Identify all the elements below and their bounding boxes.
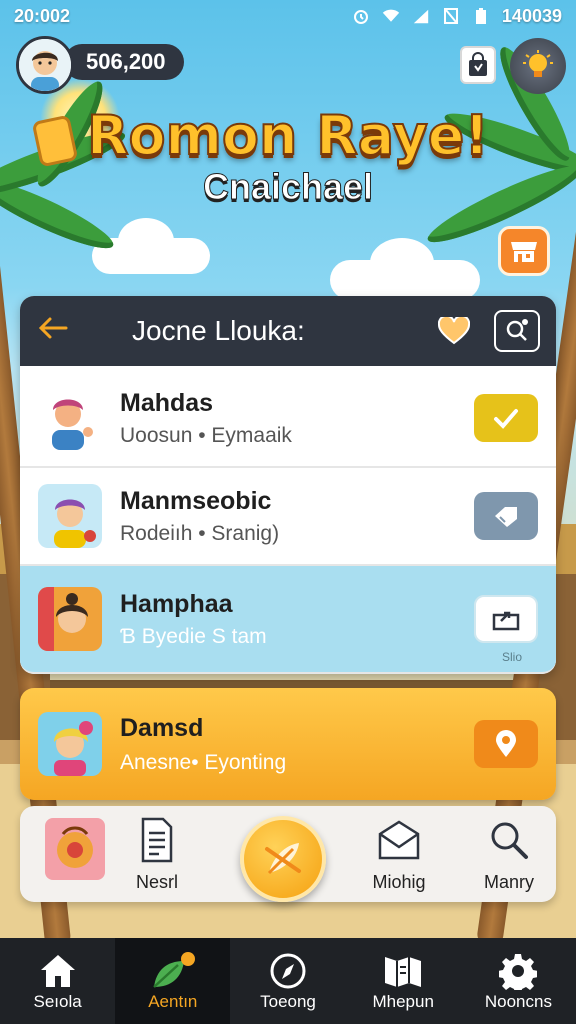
nav-item-home[interactable]: Seıola	[0, 938, 115, 1024]
contact-avatar	[38, 587, 102, 651]
store-icon	[511, 242, 537, 262]
list-item[interactable]: Manmseobic Rodeiıh • Sranig)	[20, 468, 556, 566]
panel-header: Jocne Llouka:	[20, 296, 556, 366]
nav-label: Aentın	[148, 992, 198, 1011]
compass-icon	[270, 953, 306, 989]
search-icon	[506, 319, 528, 341]
share-button[interactable]	[474, 595, 538, 643]
game-subtitle: Cnaichael	[202, 166, 374, 208]
quick-action-label: Miohig	[372, 872, 426, 892]
quick-action-search[interactable]: Manry	[464, 816, 554, 893]
list-item-highlighted[interactable]: Hamphaa Ɓ Byedie S tam Slio	[20, 566, 556, 674]
contact-avatar	[38, 386, 102, 450]
status-time: 20:002	[14, 5, 71, 26]
quick-action-gift[interactable]	[30, 816, 120, 890]
alarm-icon	[352, 7, 370, 25]
nav-label: Mhepun	[372, 992, 434, 1011]
tag-icon	[495, 507, 517, 527]
nav-item-map[interactable]: Mhepun	[346, 938, 461, 1024]
contact-detail: Ɓ Byedie S tam	[120, 624, 267, 648]
back-arrow-icon[interactable]	[36, 314, 86, 348]
contact-detail: Anesne• Eyonting	[120, 750, 287, 774]
store-side-button[interactable]	[498, 226, 550, 276]
battery-icon	[472, 7, 490, 25]
bottom-navigation: Seıola Aentın Toeong Mhepun Nooncns	[0, 938, 576, 1024]
person-avatar-icon	[38, 712, 102, 776]
status-right-text: 140039	[501, 5, 562, 26]
avatar-face-icon	[19, 39, 71, 91]
document-icon	[141, 817, 173, 863]
location-button[interactable]	[474, 720, 538, 768]
nav-label: Nooncns	[484, 992, 552, 1011]
lightbulb-icon	[523, 50, 553, 77]
nav-label: Toeong	[260, 992, 316, 1011]
signal-icon	[412, 7, 430, 25]
gear-icon	[499, 954, 538, 990]
wifi-icon	[382, 7, 400, 25]
nav-item-settings[interactable]: Nooncns	[461, 938, 576, 1024]
nav-item-explore[interactable]: Toeong	[230, 938, 345, 1024]
contact-avatar	[38, 484, 102, 548]
hint-bulb-button[interactable]	[510, 38, 566, 94]
tag-button[interactable]	[474, 492, 538, 540]
game-title: Romon Raye!	[86, 103, 490, 168]
shop-bag-button[interactable]	[460, 46, 496, 84]
row-tag: Slio	[501, 650, 522, 664]
quick-action-news[interactable]: Nesrl	[112, 816, 202, 893]
profile-avatar[interactable]	[16, 36, 74, 94]
quick-action-label: Nesrl	[135, 872, 178, 892]
panel-search-button[interactable]	[494, 310, 540, 352]
coin-balance-value: 506,200	[86, 49, 166, 74]
heart-icon[interactable]	[432, 309, 476, 353]
home-icon	[40, 955, 75, 987]
person-avatar-icon	[38, 587, 102, 651]
contact-name: Manmseobic	[120, 486, 272, 515]
panel-title: Jocne Llouka:	[132, 315, 305, 346]
contact-name: Mahdas	[120, 388, 214, 417]
search-icon	[491, 822, 528, 859]
quick-action-mail[interactable]: Miohig	[354, 816, 444, 893]
list-item[interactable]: Mahdas Uoosun • Eymaaik	[20, 370, 556, 468]
gift-icon	[45, 818, 105, 880]
contact-detail: Rodeiıh • Sranig)	[120, 521, 280, 545]
shopping-bag-icon	[469, 52, 487, 76]
check-icon	[494, 409, 518, 429]
contact-avatar	[38, 712, 102, 776]
contact-name: Hamphaa	[120, 589, 233, 618]
leaf-icon	[152, 952, 195, 988]
pin-icon	[496, 730, 516, 757]
share-icon	[492, 611, 520, 631]
quick-action-label: Manry	[483, 872, 534, 892]
nav-label: Seıola	[33, 992, 82, 1011]
no-sim-icon	[442, 7, 460, 25]
feather-icon	[265, 843, 301, 875]
coin-balance[interactable]: 506,200	[64, 44, 184, 80]
nav-item-active[interactable]: Aentın	[115, 938, 231, 1024]
confirm-button[interactable]	[474, 394, 538, 442]
person-avatar-icon	[38, 386, 102, 450]
selected-list-item[interactable]: Damsd Anesne• Eyonting	[20, 688, 556, 800]
mail-icon	[378, 820, 420, 860]
cloud-decoration	[330, 238, 480, 300]
person-avatar-icon	[38, 484, 102, 548]
status-bar: 20:002 140039	[0, 0, 576, 32]
main-action-button[interactable]	[240, 816, 326, 902]
contact-name: Damsd	[120, 713, 204, 742]
contact-detail: Uoosun • Eymaaik	[120, 423, 292, 447]
map-icon	[385, 957, 422, 987]
